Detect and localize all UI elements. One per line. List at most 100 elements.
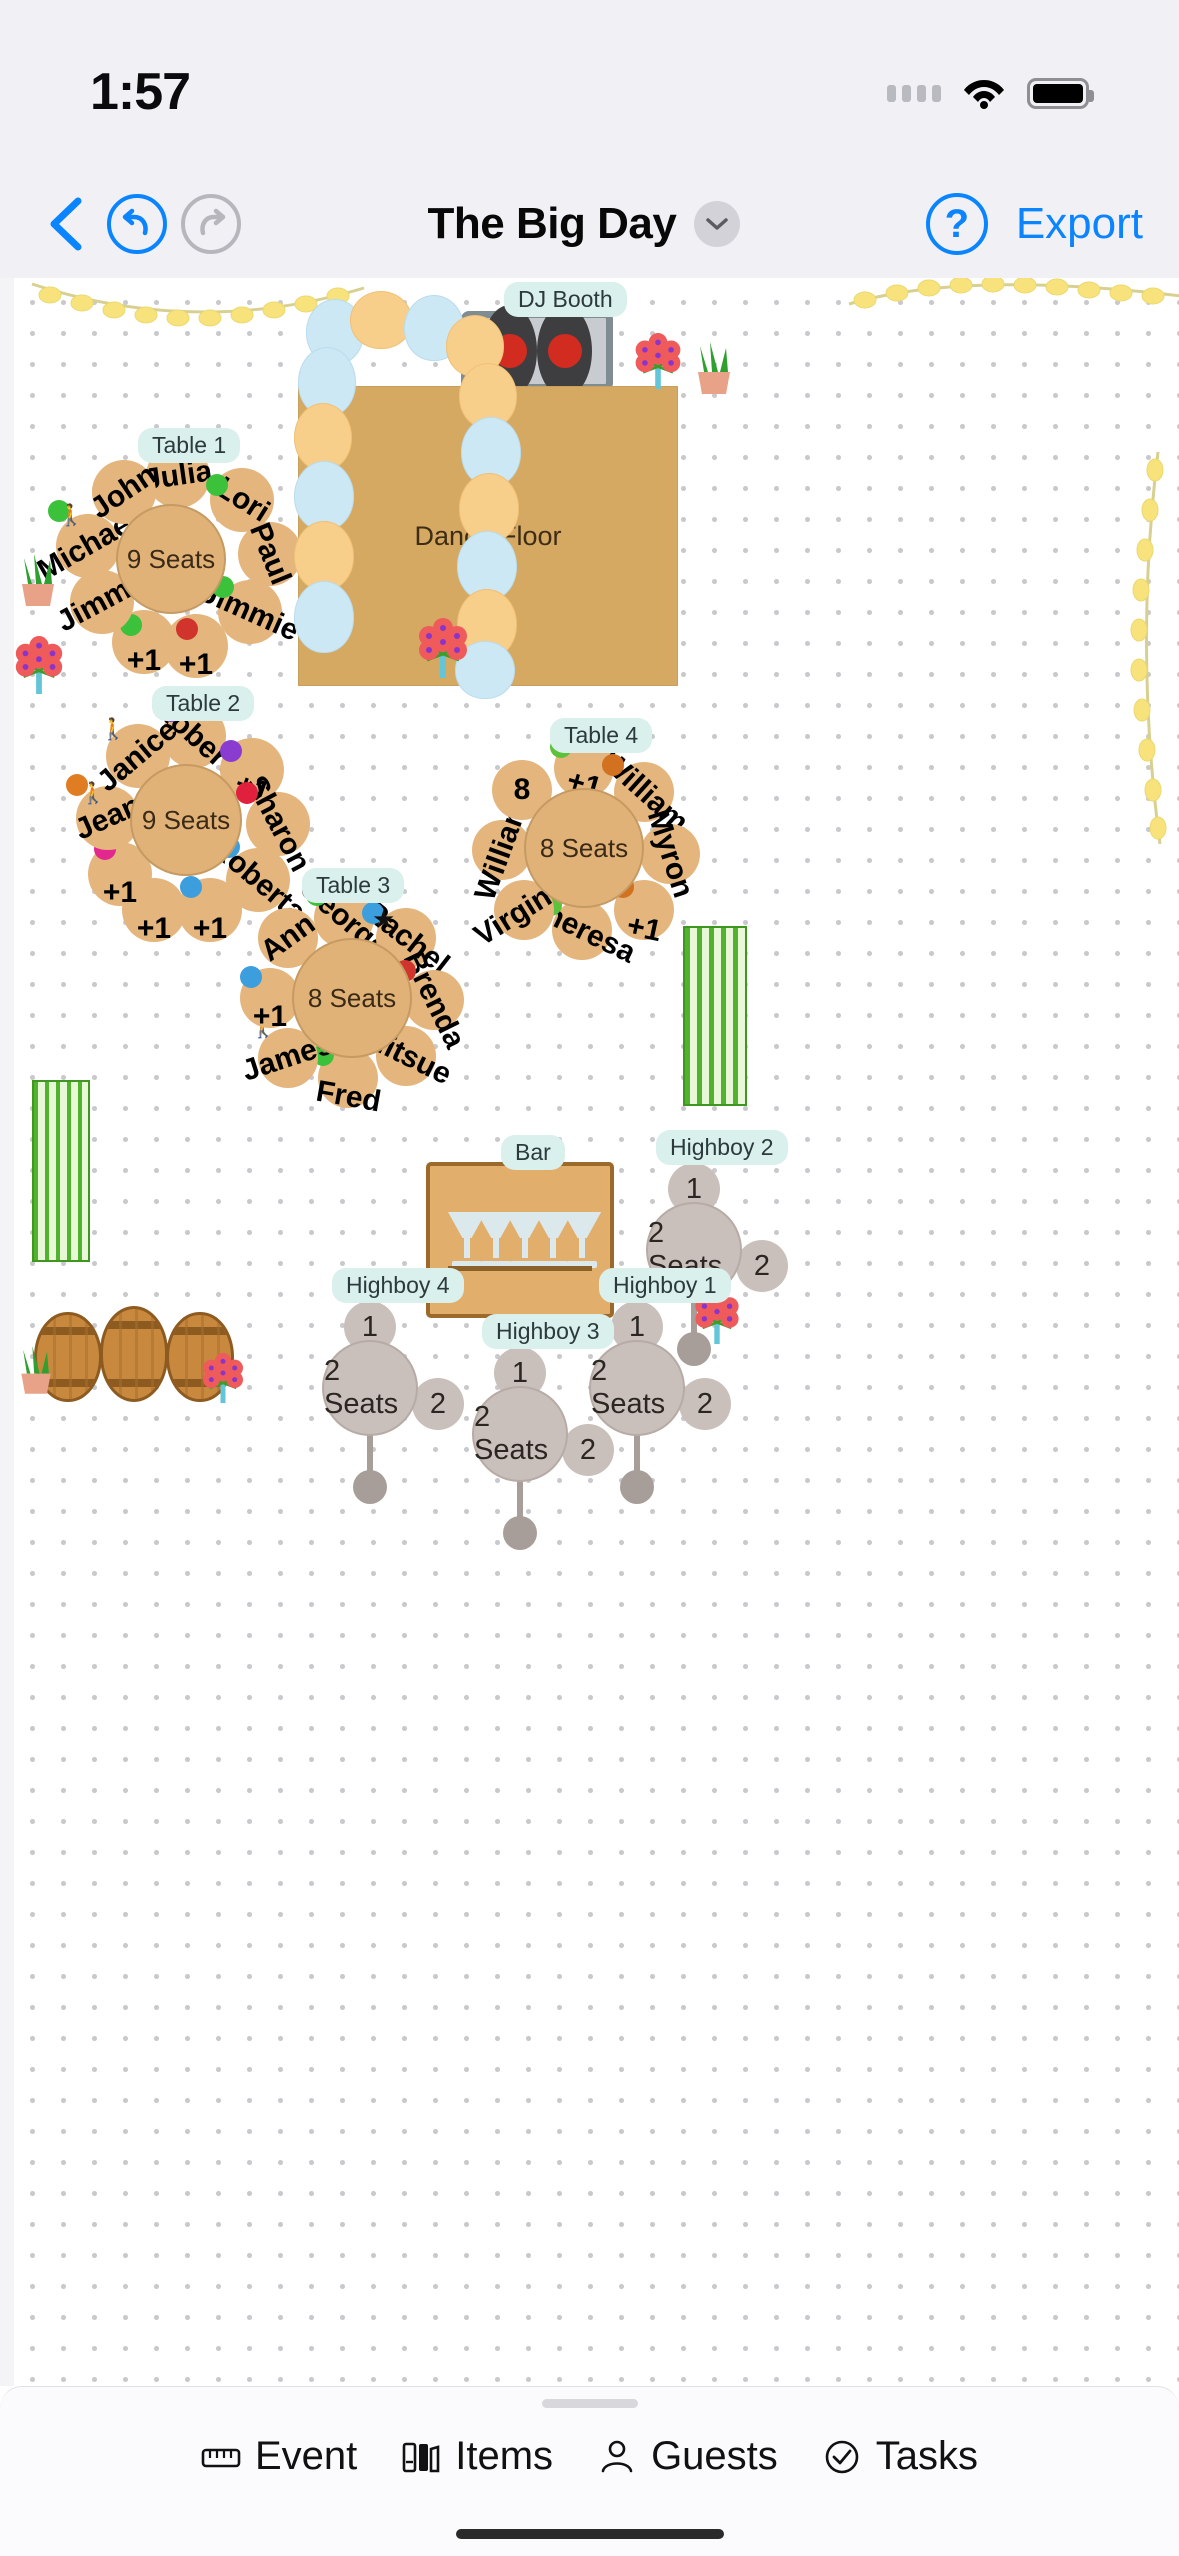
glassware-row [448,1206,602,1268]
tab-guests[interactable]: Guests [597,2434,778,2479]
table-row[interactable]: Theresa [523,889,641,969]
guest-tag-dot [240,966,262,988]
seat-label: +1 [252,1000,288,1033]
stool-label: 1 [685,1172,703,1205]
highboy-1-stool-side[interactable]: 2 [679,1378,731,1430]
table-1-top[interactable]: 9 Seats [116,504,226,614]
hedge-panel-icon[interactable] [32,1080,90,1262]
battery-full-icon [1027,77,1094,109]
back-button[interactable] [36,195,94,253]
guest-tag-dot [180,876,202,898]
tab-event[interactable]: Event [201,2434,357,2479]
walking-guest-icon: 🚶 [100,718,127,741]
highboy-3-top[interactable]: 2 Seats [472,1386,568,1482]
seat-label: 8 [513,773,531,806]
tab-items[interactable]: Items [401,2434,553,2479]
highboy-3-foot [503,1516,537,1550]
hedge-panel-icon[interactable] [683,926,747,1106]
export-button[interactable]: Export [1016,199,1143,249]
highboy-2-stool-side[interactable]: 2 [736,1240,788,1292]
highboy-4[interactable]: Highboy 4 1 2 Seats 2 [318,1268,464,1504]
table-row[interactable]: Myron [640,806,700,902]
seat-label: +1 [178,648,214,681]
vip-star-icon: ★ [372,904,396,934]
stool-label: 1 [511,1356,529,1389]
undo-button[interactable] [106,193,168,255]
martini-glass-icon [448,1212,486,1268]
redo-button[interactable] [180,193,242,255]
table-row[interactable]: Brenda [394,946,472,1053]
tab-guests-label: Guests [651,2434,778,2478]
wifi-icon [963,77,1005,109]
seat-label: +1 [136,912,172,945]
seat-label: Fred [313,1074,383,1119]
flower-bouquet-icon[interactable] [630,330,686,397]
martini-glass-icon [505,1212,544,1268]
signal-dots-icon [887,84,941,102]
highboy-1-seat-count: 2 Seats [591,1355,666,1420]
highboy-2[interactable]: Highboy 2 1 2 Seats 2 [640,1130,788,1366]
stool-label: 1 [361,1310,379,1343]
table-1[interactable]: Table 1 9 Seats Julia Lori Paul Jimmie +… [32,428,330,688]
table-row[interactable]: 🚶 Michael [32,500,144,587]
highboy-4-seat-count: 2 Seats [324,1355,399,1420]
label-highboy-3: Highboy 3 [482,1314,614,1349]
tab-event-label: Event [254,2434,358,2478]
guest-tag-dot [236,782,258,804]
stool-label: 2 [429,1387,447,1420]
label-highboy-4: Highboy 4 [332,1268,464,1303]
highboy-3-stool-side[interactable]: 2 [562,1424,614,1476]
martini-glass-icon [563,1212,602,1268]
table-1-seat-count: 9 Seats [126,543,216,574]
highboy-1-foot [620,1470,654,1504]
status-indicators [887,77,1094,109]
table-4-top[interactable]: 8 Seats [524,788,644,908]
tab-tasks-label: Tasks [875,2434,979,2478]
seat-label: +1 [102,876,138,909]
table-row[interactable]: Sharon [236,770,317,877]
guest-tag-dot [206,474,228,496]
sheet-grabber[interactable] [541,2399,638,2408]
potted-plant-icon[interactable] [14,550,62,613]
label-highboy-2: Highboy 2 [656,1130,788,1165]
seat-label: +1 [126,644,162,677]
table-row[interactable]: Jimmie [196,575,304,647]
highboy-4-top[interactable]: 2 Seats [322,1340,418,1436]
table-row[interactable]: +1 [178,876,242,945]
highboy-1-top[interactable]: 2 Seats [589,1340,685,1436]
chevron-left-icon [50,197,82,251]
string-lights-icon [845,278,1179,335]
status-bar: 1:57 [0,0,1179,170]
table-2-top[interactable]: 9 Seats [130,764,242,876]
string-lights-icon [1130,448,1179,853]
chevron-down-icon[interactable] [694,201,741,247]
wine-barrel-icon[interactable] [100,1306,168,1402]
redo-icon [181,194,241,254]
highboy-3[interactable]: Highboy 3 1 2 Seats 2 [468,1314,614,1550]
stool-label: 2 [753,1249,771,1282]
stool-label: 2 [579,1433,597,1466]
document-title-group[interactable]: The Big Day [242,199,926,249]
highboy-4-stool-side[interactable]: 2 [412,1378,464,1430]
help-button[interactable]: ? [925,193,988,255]
potted-plant-icon[interactable] [690,338,738,401]
table-2-seat-count: 9 Seats [141,804,231,835]
potted-plant-icon[interactable] [14,1342,58,1401]
label-table-1: Table 1 [138,428,241,463]
table-row[interactable]: Paul [238,518,302,589]
seat-label: +1 [192,912,228,945]
flower-bouquet-icon[interactable] [413,616,473,685]
highboy-3-seat-count: 2 Seats [474,1401,549,1466]
table-row[interactable]: +1 [240,966,300,1033]
turntable-icon [537,305,592,397]
flower-bouquet-icon[interactable] [10,634,68,701]
table-3-top[interactable]: 8 Seats [292,938,412,1058]
guest-tag-dot [602,754,624,776]
flower-bouquet-icon[interactable] [198,1350,248,1411]
label-table-2: Table 2 [152,686,255,721]
floorplan-canvas[interactable]: DJ Booth Dance Floor Table 1 9 Seats Jul… [0,278,1179,2386]
label-table-3: Table 3 [302,868,405,903]
table-row[interactable]: William [468,795,535,905]
martini-glass-icon [476,1212,515,1268]
tab-tasks[interactable]: Tasks [822,2434,978,2479]
